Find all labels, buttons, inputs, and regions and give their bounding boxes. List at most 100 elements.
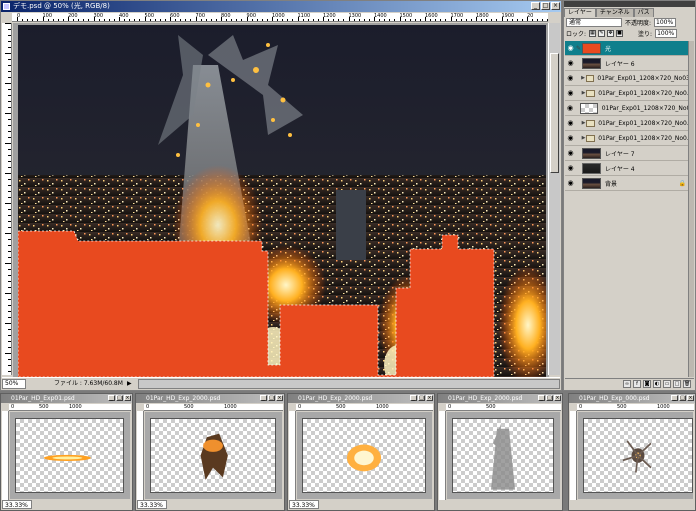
delete-layer-icon[interactable]: 🗑 [683,380,691,388]
sub-zoom[interactable]: 33.33% [137,500,167,509]
layer-link-slot[interactable] [575,179,582,188]
sub-canvas[interactable] [578,412,693,499]
close-button[interactable]: × [426,395,433,401]
layer-row[interactable]: ◉ ▶ 01Par_Exp01_1208×720_No0... [565,86,690,101]
layer-link-slot[interactable] [575,59,582,68]
layer-row[interactable]: ◉ 背景 🔒 [565,176,690,191]
minimize-button[interactable]: _ [538,395,545,401]
horizontal-scrollbar[interactable] [137,378,560,389]
lock-all-icon[interactable]: ■ [616,30,624,37]
sub-window-3[interactable]: 01Par_HD_Exp_2000.psd _ □ × 0 500 1000 33.33… [287,393,435,511]
close-button[interactable]: × [554,395,561,401]
minimize-button[interactable]: _ [671,395,678,401]
add-mask-icon[interactable]: ◙ [643,380,651,388]
tab-channels[interactable]: チャンネル [595,8,634,17]
new-layer-icon[interactable]: □ [673,380,681,388]
blend-mode-select[interactable]: 通常 [566,18,622,27]
status-menu-arrow-icon[interactable]: ▶ [127,380,132,387]
lock-transparency-icon[interactable]: ▦ [589,30,597,37]
layer-list-scrollbar[interactable] [688,41,694,377]
sub-canvas[interactable] [447,412,560,499]
layer-link-slot[interactable] [575,119,582,128]
sub-window-2[interactable]: 01Par_HD_Exp_2000.psd _ □ × 0 500 1000 33.33… [135,393,285,511]
layer-style-icon[interactable]: f [633,380,641,388]
sub-window-4[interactable]: 01Par_HD_Exp_2000.psd _ □ × 0 500 [437,393,563,511]
vertical-scroll-thumb[interactable] [550,53,559,173]
eye-icon[interactable]: ◉ [566,134,575,143]
maximize-button[interactable]: □ [418,395,425,401]
tab-layers[interactable]: レイヤー [564,8,596,17]
layer-row[interactable]: ◉ ▶ 01Par_Exp01_1208×720_No03... [565,71,690,86]
ruler-tick [8,29,11,30]
layer-link-slot[interactable] [575,89,582,98]
eye-icon[interactable]: ◉ [566,59,575,68]
sub-canvas[interactable] [145,412,282,499]
vertical-scrollbar[interactable] [548,23,560,375]
eye-icon[interactable]: ◉ [566,149,575,158]
layers-panel[interactable]: レイヤー チャンネル パス 通常 不透明度: 100% ロック: ▦ ✎ ✥ ■… [563,0,696,391]
sub-window-title[interactable]: 01Par_HD_Exp01.psd _ □ × [1,394,132,403]
layer-row[interactable]: ◉ ✎ 光 [565,41,690,56]
canvas-area[interactable] [13,23,549,377]
eye-icon[interactable]: ◉ [566,89,575,98]
maximize-button[interactable]: □ [116,395,123,401]
layer-row[interactable]: ◉ ▶ 01Par_Exp01_1208×720_No0... [565,131,690,146]
link-layers-icon[interactable]: ∞ [623,380,631,388]
layer-link-slot[interactable] [575,134,582,143]
artwork-canvas[interactable] [18,25,546,377]
lock-move-icon[interactable]: ✥ [607,30,615,37]
layer-link-slot[interactable] [575,164,582,173]
close-button[interactable]: × [124,395,131,401]
eye-icon[interactable]: ◉ [566,44,575,53]
layer-thumbnail [582,57,601,69]
folder-icon [586,119,596,127]
lock-paint-icon[interactable]: ✎ [598,30,606,37]
layer-row[interactable]: ◉ レイヤー 7 [565,146,690,161]
new-group-icon[interactable]: ▭ [663,380,671,388]
tab-paths[interactable]: パス [633,8,654,17]
document-titlebar[interactable]: デモ.psd @ 50% (光, RGB/8) _ □ × [1,1,561,12]
sub-window-5[interactable]: 01Par_HD_Exp_000.psd _ □ × 0 500 1000 [568,393,696,511]
close-button[interactable]: × [551,2,560,10]
eye-icon[interactable]: ◉ [566,164,575,173]
eye-icon[interactable]: ◉ [566,74,574,83]
eye-icon[interactable]: ◉ [566,179,575,188]
layer-row[interactable]: ◉ レイヤー 4 [565,161,690,176]
layer-link-slot[interactable]: ✎ [575,44,582,53]
layer-row[interactable]: ◉ 01Par_Exp01_1208×720_No03... [565,101,690,116]
zoom-field[interactable]: 50% [2,378,26,389]
opacity-input[interactable]: 100% [654,18,677,27]
panel-titlebar[interactable] [564,1,695,7]
fill-input[interactable]: 100% [655,29,678,38]
eye-icon[interactable]: ◉ [566,119,575,128]
sub-zoom[interactable]: 33.33% [2,500,32,509]
sub-zoom[interactable]: 33.33% [289,500,319,509]
close-button[interactable]: × [276,395,283,401]
sub-window-1[interactable]: 01Par_HD_Exp01.psd _ □ × 0 500 1000 33.33% [0,393,133,511]
layer-row[interactable]: ◉ ▶ 01Par_Exp01_1208×720_No0... [565,116,690,131]
sub-window-title[interactable]: 01Par_HD_Exp_2000.psd _ □ × [288,394,434,403]
layer-link-slot[interactable] [575,149,582,158]
sub-window-title[interactable]: 01Par_HD_Exp_2000.psd _ □ × [438,394,562,403]
vertical-ruler [2,23,12,375]
orange-selection-overlay[interactable] [18,230,495,377]
minimize-button[interactable]: _ [108,395,115,401]
maximize-button[interactable]: □ [546,395,553,401]
maximize-button[interactable]: □ [541,2,550,10]
ruler-tick [22,19,24,21]
eye-icon[interactable]: ◉ [566,104,574,113]
sub-canvas[interactable] [297,412,432,499]
sub-window-title[interactable]: 01Par_HD_Exp_000.psd _ □ × [569,394,695,403]
maximize-button[interactable]: □ [268,395,275,401]
adjustment-layer-icon[interactable]: ◐ [653,380,661,388]
minimize-button[interactable]: _ [260,395,267,401]
close-button[interactable]: × [687,395,694,401]
minimize-button[interactable]: _ [531,2,540,10]
layer-link-slot[interactable] [574,74,581,83]
minimize-button[interactable]: _ [410,395,417,401]
sub-canvas[interactable] [10,412,130,499]
layer-row[interactable]: ◉ レイヤー 6 [565,56,690,71]
maximize-button[interactable]: □ [679,395,686,401]
sub-window-title[interactable]: 01Par_HD_Exp_2000.psd _ □ × [136,394,284,403]
document-window[interactable]: デモ.psd @ 50% (光, RGB/8) _ □ × 0 100 200 300… [0,0,562,391]
